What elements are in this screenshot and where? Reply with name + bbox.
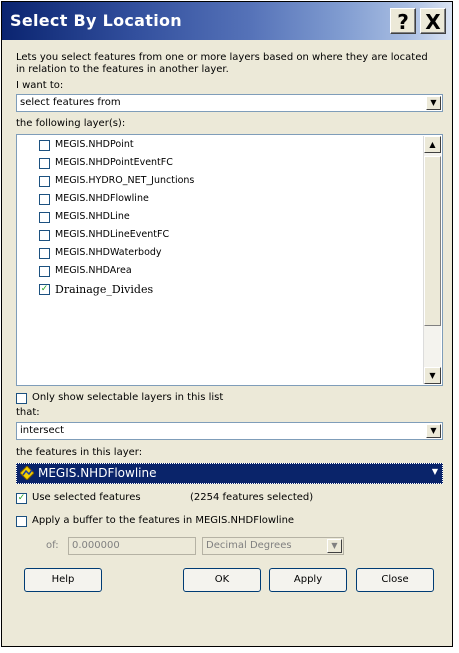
that-label: that: bbox=[16, 407, 40, 418]
help-title-button[interactable]: ? bbox=[390, 8, 416, 34]
layer-name: MEGIS.NHDFlowline bbox=[55, 193, 149, 204]
i-want-to-label: I want to: bbox=[16, 80, 64, 91]
only-selectable-label: Only show selectable layers in this list bbox=[32, 392, 224, 403]
layer-name: MEGIS.NHDPoint bbox=[55, 139, 134, 150]
buffer-of-label: of: bbox=[46, 540, 59, 551]
layer-name: MEGIS.NHDLine bbox=[55, 211, 130, 222]
title-bar[interactable]: Select By Location ? X bbox=[2, 2, 452, 40]
ok-button[interactable]: OK bbox=[183, 568, 261, 592]
help-button[interactable]: Help bbox=[24, 568, 102, 592]
buffer-units-dropdown[interactable]: Decimal Degrees ▼ bbox=[202, 537, 344, 555]
apply-button[interactable]: Apply bbox=[269, 568, 347, 592]
close-title-button[interactable]: X bbox=[420, 8, 446, 34]
selected-count-text: (2254 features selected) bbox=[190, 492, 314, 503]
apply-buffer-checkbox[interactable] bbox=[16, 516, 27, 527]
chevron-down-icon[interactable]: ▼ bbox=[327, 539, 342, 553]
list-scrollbar[interactable]: ▲ ▼ bbox=[423, 136, 441, 384]
layer-checkbox[interactable] bbox=[39, 194, 50, 205]
layer-icon bbox=[19, 465, 35, 481]
scroll-down-icon[interactable]: ▼ bbox=[424, 367, 441, 384]
layer-checkbox[interactable] bbox=[39, 176, 50, 187]
layer-name: MEGIS.NHDLineEventFC bbox=[55, 229, 170, 240]
source-layer-dropdown[interactable]: MEGIS.NHDFlowline ▼ bbox=[16, 463, 443, 484]
dialog-title: Select By Location bbox=[10, 11, 182, 30]
layer-checkbox-checked[interactable]: ✓ bbox=[39, 284, 50, 295]
chevron-down-icon[interactable]: ▼ bbox=[426, 96, 441, 110]
selection-method-value: select features from bbox=[20, 97, 121, 108]
target-layers-list[interactable]: MEGIS.NHDPoint MEGIS.NHDPointEventFC MEG… bbox=[16, 134, 443, 386]
scrollbar-thumb[interactable] bbox=[424, 156, 441, 326]
source-layer-label: the features in this layer: bbox=[16, 447, 143, 458]
source-layer-value: MEGIS.NHDFlowline bbox=[38, 466, 157, 480]
layer-name: MEGIS.NHDWaterbody bbox=[55, 247, 162, 258]
intro-text: Lets you select features from one or mor… bbox=[16, 52, 428, 75]
selection-method-dropdown[interactable]: select features from ▼ bbox=[16, 94, 443, 112]
close-button[interactable]: Close bbox=[356, 568, 434, 592]
chevron-down-icon[interactable]: ▼ bbox=[432, 467, 438, 476]
select-by-location-dialog: Select By Location ? X Lets you select f… bbox=[1, 1, 453, 647]
layer-checkbox[interactable] bbox=[39, 212, 50, 223]
apply-buffer-label: Apply a buffer to the features in MEGIS.… bbox=[32, 515, 295, 526]
layer-name: MEGIS.NHDArea bbox=[55, 265, 132, 276]
layers-label: the following layer(s): bbox=[16, 118, 126, 129]
buffer-distance-input[interactable]: 0.000000 bbox=[68, 537, 196, 555]
layer-checkbox[interactable] bbox=[39, 266, 50, 277]
layer-name: MEGIS.NHDPointEventFC bbox=[55, 157, 173, 168]
use-selected-checkbox[interactable]: ✓ bbox=[16, 493, 27, 504]
layer-checkbox[interactable] bbox=[39, 140, 50, 151]
scroll-up-icon[interactable]: ▲ bbox=[424, 136, 441, 153]
spatial-relationship-dropdown[interactable]: intersect ▼ bbox=[16, 422, 443, 440]
layer-name: MEGIS.HYDRO_NET_Junctions bbox=[55, 175, 195, 186]
spatial-relationship-value: intersect bbox=[20, 425, 65, 436]
use-selected-label: Use selected features bbox=[32, 492, 141, 503]
buffer-units-value: Decimal Degrees bbox=[206, 540, 292, 551]
layer-checkbox[interactable] bbox=[39, 230, 50, 241]
layer-checkbox[interactable] bbox=[39, 248, 50, 259]
only-selectable-checkbox[interactable] bbox=[16, 393, 27, 404]
layer-checkbox[interactable] bbox=[39, 158, 50, 169]
chevron-down-icon[interactable]: ▼ bbox=[426, 424, 441, 438]
buffer-distance-value: 0.000000 bbox=[72, 540, 120, 551]
layer-name: Drainage_Divides bbox=[55, 283, 154, 296]
